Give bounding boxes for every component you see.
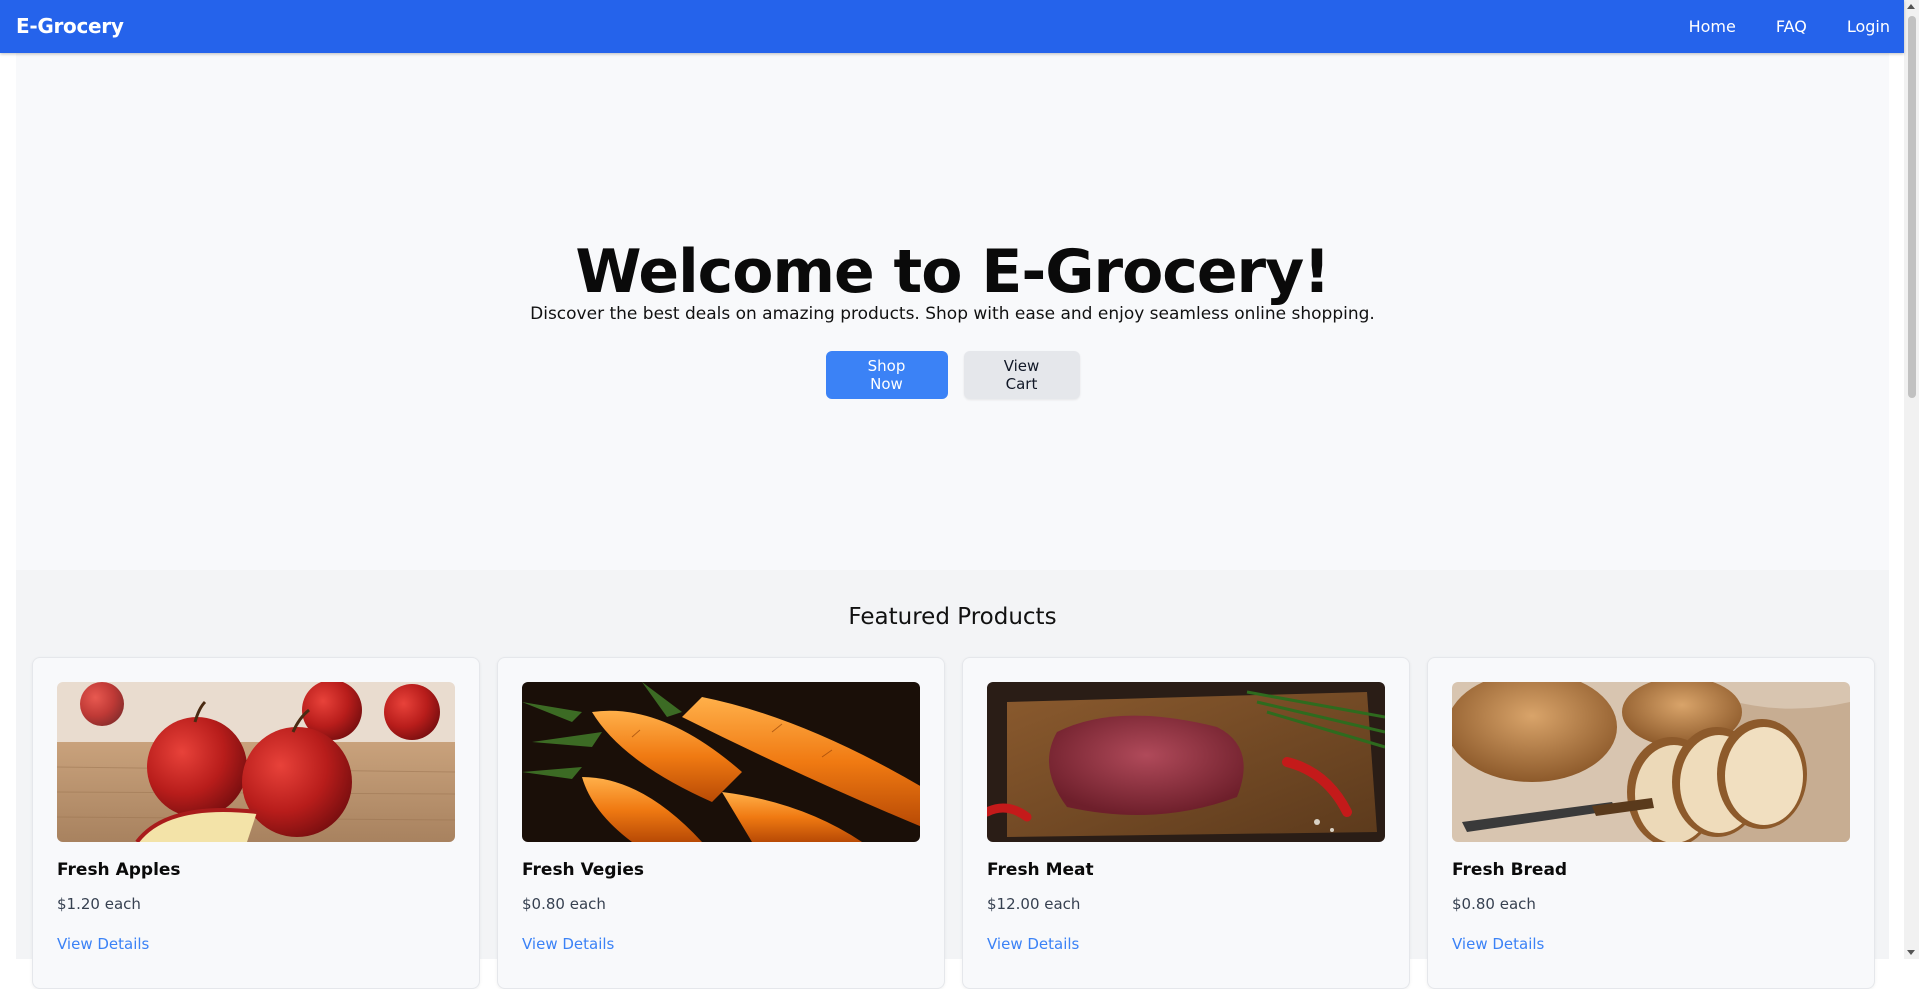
main-content: Welcome to E-Grocery! Discover the best …: [16, 53, 1889, 989]
carrots-image[interactable]: [522, 682, 920, 842]
product-card: Fresh Meat $12.00 each View Details: [962, 657, 1410, 989]
scroll-down-arrow-icon[interactable]: [1907, 950, 1915, 955]
hero-buttons: Shop Now View Cart: [16, 351, 1889, 399]
product-price: $0.80 each: [1452, 895, 1536, 913]
bread-image[interactable]: [1452, 682, 1850, 842]
product-card: Fresh Apples $1.20 each View Details: [32, 657, 480, 989]
view-details-link[interactable]: View Details: [987, 935, 1079, 953]
product-name: Fresh Bread: [1452, 860, 1568, 880]
apples-image[interactable]: [57, 682, 455, 842]
scroll-up-arrow-icon[interactable]: [1907, 4, 1915, 9]
product-card: Fresh Bread $0.80 each View Details: [1427, 657, 1875, 989]
product-price: $0.80 each: [522, 895, 606, 913]
product-name: Fresh Vegies: [522, 860, 644, 880]
nav-login-link[interactable]: Login: [1847, 17, 1890, 36]
top-navbar: E-Grocery Home FAQ Login: [0, 0, 1904, 53]
featured-products-heading: Featured Products: [848, 604, 1057, 630]
scrollbar-thumb[interactable]: [1908, 16, 1916, 398]
meat-image[interactable]: [987, 682, 1385, 842]
product-name: Fresh Meat: [987, 860, 1094, 880]
view-details-link[interactable]: View Details: [57, 935, 149, 953]
shop-now-button[interactable]: Shop Now: [825, 351, 948, 399]
product-card: Fresh Vegies $0.80 each View Details: [497, 657, 945, 989]
view-cart-button[interactable]: View Cart: [963, 351, 1080, 399]
nav-faq-link[interactable]: FAQ: [1776, 17, 1807, 36]
hero-subtitle: Discover the best deals on amazing produ…: [530, 304, 1375, 324]
hero-section: Welcome to E-Grocery! Discover the best …: [16, 53, 1889, 570]
brand-logo[interactable]: E-Grocery: [16, 14, 124, 38]
product-price: $1.20 each: [57, 895, 141, 913]
product-grid: Fresh Apples $1.20 each View Details Fre…: [32, 657, 1875, 989]
nav-home-link[interactable]: Home: [1689, 17, 1736, 36]
product-price: $12.00 each: [987, 895, 1081, 913]
hero-title: Welcome to E-Grocery!: [575, 237, 1330, 307]
view-details-link[interactable]: View Details: [1452, 935, 1544, 953]
nav-links: Home FAQ Login: [1689, 17, 1890, 36]
view-details-link[interactable]: View Details: [522, 935, 614, 953]
product-name: Fresh Apples: [57, 860, 181, 880]
vertical-scrollbar[interactable]: [1904, 0, 1919, 959]
